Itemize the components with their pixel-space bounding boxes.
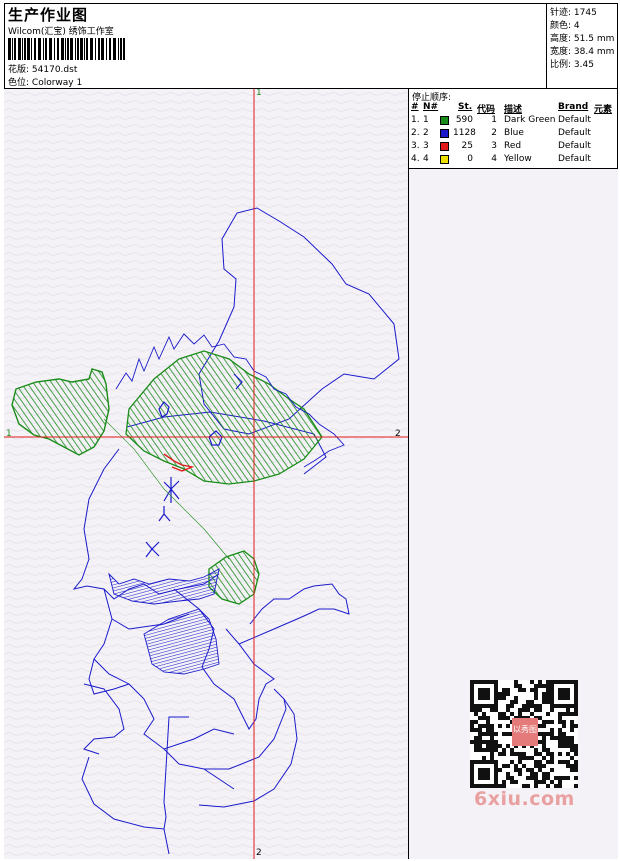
row-code: 2 xyxy=(491,128,497,138)
specs-panel: 针迹: 1745 颜色: 4 高度: 51.5 mm 宽度: 38.4 mm 比… xyxy=(547,3,618,89)
col-element: 元素 xyxy=(594,105,613,115)
watermark-text: 6xiu.com xyxy=(474,788,575,810)
spec-width: 宽度: 38.4 mm xyxy=(550,44,614,57)
spec-value: 38.4 mm xyxy=(573,47,615,57)
col-number: N# xyxy=(423,102,439,112)
row-description: Yellow xyxy=(504,154,532,164)
row-code: 3 xyxy=(491,141,497,151)
page-title: 生产作业图 xyxy=(8,6,89,24)
row-code: 1 xyxy=(491,115,497,125)
row-stitches: 590 xyxy=(455,115,473,125)
row-color-swatch xyxy=(440,155,449,164)
spec-stitches: 针迹: 1745 xyxy=(550,5,597,18)
embroidery-preview xyxy=(4,89,408,859)
row-brand: Default xyxy=(558,128,591,138)
row-number: 2 xyxy=(423,128,429,138)
row-index: 3. xyxy=(411,141,420,151)
qr-code: 以秀图 xyxy=(470,680,578,788)
design-canvas: 1 1 2 2 xyxy=(4,89,409,859)
spec-label: 颜色: xyxy=(550,21,572,31)
row-description: Blue xyxy=(504,128,524,138)
col-brand: Brand xyxy=(558,102,589,112)
row-number: 3 xyxy=(423,141,429,151)
spec-label: 宽度: xyxy=(550,47,572,57)
colorway-label: 色位: xyxy=(8,78,30,88)
spec-colors: 颜色: 4 xyxy=(550,18,580,31)
stop-sequence-legend: 停止顺序: # N# St. 代码 描述 Brand 元素 1. 1 590 1 Dar… xyxy=(409,89,618,169)
row-code: 4 xyxy=(491,154,497,164)
row-index: 4. xyxy=(411,154,420,164)
col-index: # xyxy=(411,102,419,112)
colorway-line: 色位: Colorway 1 xyxy=(8,75,82,88)
spec-label: 针迹: xyxy=(550,8,572,18)
spec-label: 比例: xyxy=(550,60,572,70)
row-stitches: 25 xyxy=(461,141,473,151)
axis-bottom-label: 2 xyxy=(256,848,262,858)
row-number: 1 xyxy=(423,115,429,125)
row-color-swatch xyxy=(440,116,449,125)
row-number: 4 xyxy=(423,154,429,164)
row-brand: Default xyxy=(558,154,591,164)
row-description: Red xyxy=(504,141,522,151)
spec-value: 3.45 xyxy=(573,60,594,70)
design-file-line: 花版: 54170.dst xyxy=(8,62,77,75)
spec-scale: 比例: 3.45 xyxy=(550,57,594,70)
design-label: 花版: xyxy=(8,65,30,75)
row-index: 2. xyxy=(411,128,420,138)
colorway-value: Colorway 1 xyxy=(31,78,83,88)
spec-value: 4 xyxy=(573,21,580,31)
spec-value: 51.5 mm xyxy=(573,34,615,44)
spec-value: 1745 xyxy=(573,8,597,18)
spec-height: 高度: 51.5 mm xyxy=(550,31,614,44)
spec-label: 高度: xyxy=(550,34,572,44)
header-panel: 生产作业图 Wilcom(汇宝) 绣饰工作室 花版: 54170.dst 色位:… xyxy=(4,3,547,89)
qr-caption: 以秀图 xyxy=(513,724,537,734)
row-description: Dark Green xyxy=(504,115,556,125)
col-stitches: St. xyxy=(458,102,473,112)
row-brand: Default xyxy=(558,115,591,125)
row-stitches: 1128 xyxy=(453,128,476,138)
axis-top-label: 1 xyxy=(256,89,262,98)
row-index: 1. xyxy=(411,115,420,125)
col-code: 代码 xyxy=(477,105,496,115)
design-file: 54170.dst xyxy=(31,65,78,75)
barcode xyxy=(8,38,125,60)
company-name: Wilcom(汇宝) 绣饰工作室 xyxy=(8,27,114,37)
row-color-swatch xyxy=(440,142,449,151)
row-stitches: 0 xyxy=(467,154,473,164)
axis-left-label: 1 xyxy=(6,429,12,439)
row-brand: Default xyxy=(558,141,591,151)
axis-right-label: 2 xyxy=(395,429,401,439)
row-color-swatch xyxy=(440,129,449,138)
col-description: 描述 xyxy=(504,105,523,115)
